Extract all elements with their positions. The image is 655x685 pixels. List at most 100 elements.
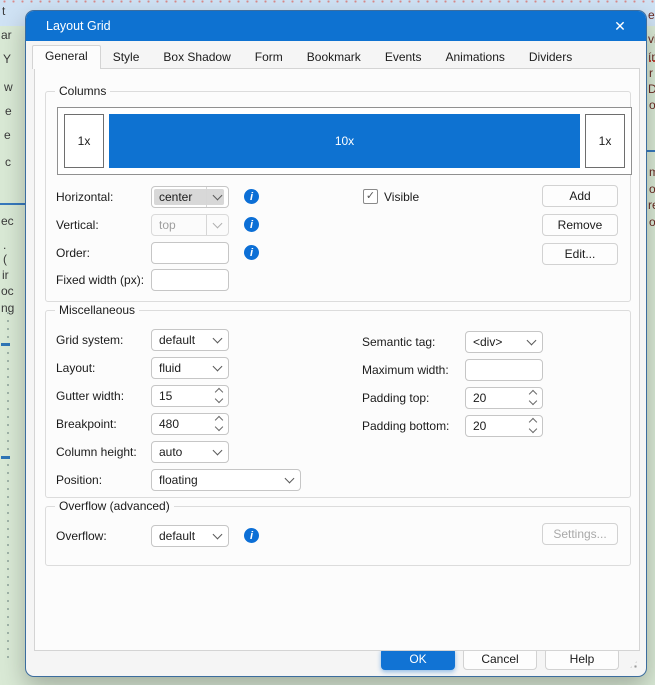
overflow-select[interactable]: default: [151, 525, 229, 547]
columns-preview: 1x 10x 1x: [57, 107, 632, 175]
fixed-width-label: Fixed width (px):: [56, 273, 145, 287]
chevron-down-icon: [206, 215, 228, 235]
horizontal-info-icon[interactable]: i: [244, 189, 259, 204]
background-text-fragment: re: [648, 198, 655, 212]
chevron-down-icon[interactable]: [207, 526, 228, 546]
column-cell-left[interactable]: 1x: [64, 114, 104, 168]
column-cell-right[interactable]: 1x: [585, 114, 625, 168]
tab-dividers[interactable]: Dividers: [517, 47, 584, 68]
semantic-tag-select-value: <div>: [473, 335, 503, 349]
breakpoint-stepper[interactable]: 480: [151, 413, 229, 435]
background-text-fragment: oc: [1, 284, 14, 298]
background-ruler-dots: [0, 0, 655, 3]
dialog-titlebar[interactable]: Layout Grid ✕: [26, 11, 646, 41]
tab-box-shadow[interactable]: Box Shadow: [151, 47, 242, 68]
tab-animations[interactable]: Animations: [434, 47, 517, 68]
background-text-fragment: vi: [648, 32, 655, 46]
layout-select-value: fluid: [159, 361, 182, 375]
gutter-width-value: 15: [159, 389, 173, 403]
overflow-info-icon[interactable]: i: [244, 528, 259, 543]
background-text-fragment: o: [649, 98, 655, 112]
background-text-fragment: ir: [2, 268, 9, 282]
vertical-select-value: top: [159, 218, 176, 232]
position-select[interactable]: floating: [151, 469, 301, 491]
padding-top-value: 20: [473, 391, 487, 405]
close-icon[interactable]: ✕: [600, 11, 640, 41]
layout-select[interactable]: fluid: [151, 357, 229, 379]
order-input[interactable]: [151, 242, 229, 264]
position-select-value: floating: [159, 473, 198, 487]
column-height-label: Column height:: [56, 445, 137, 459]
horizontal-label: Horizontal:: [56, 190, 114, 204]
padding-top-stepper[interactable]: 20: [465, 387, 543, 409]
cancel-button[interactable]: Cancel: [463, 648, 537, 670]
add-button[interactable]: Add: [542, 185, 618, 207]
tab-events[interactable]: Events: [373, 47, 434, 68]
background-text-fragment: Y: [3, 52, 12, 66]
vertical-info-icon[interactable]: i: [244, 217, 259, 232]
fixed-width-input[interactable]: [151, 269, 229, 291]
chevron-down-icon[interactable]: [206, 187, 228, 207]
background-text-fragment: m: [649, 165, 655, 179]
semantic-tag-select[interactable]: <div>: [465, 331, 543, 353]
background-text-fragment: r: [649, 66, 653, 80]
layout-grid-dialog: Layout Grid ✕ General Style Box Shadow F…: [25, 10, 647, 677]
overflow-group-title: Overflow (advanced): [55, 499, 174, 513]
vertical-label: Vertical:: [56, 218, 99, 232]
background-text-fragment: e: [5, 104, 12, 118]
position-label: Position:: [56, 473, 103, 487]
column-height-select-value: auto: [159, 445, 183, 459]
edit-button[interactable]: Edit...: [542, 243, 618, 265]
order-info-icon[interactable]: i: [244, 245, 259, 260]
columns-group-title: Columns: [55, 84, 111, 98]
order-label: Order:: [56, 246, 91, 260]
stepper-arrows-icon[interactable]: [528, 389, 538, 406]
horizontal-select[interactable]: center: [151, 186, 229, 208]
settings-button: Settings...: [542, 523, 618, 545]
padding-bottom-stepper[interactable]: 20: [465, 415, 543, 437]
maximum-width-input[interactable]: [465, 359, 543, 381]
maximum-width-label: Maximum width:: [362, 363, 449, 377]
grid-system-select[interactable]: default: [151, 329, 229, 351]
overflow-group: Overflow (advanced) Overflow: default i …: [45, 499, 631, 566]
grid-system-select-value: default: [159, 333, 196, 347]
background-text-fragment: e: [4, 128, 11, 142]
tab-form[interactable]: Form: [243, 47, 295, 68]
chevron-down-icon[interactable]: [521, 332, 542, 352]
remove-button[interactable]: Remove: [542, 214, 618, 236]
background-text-fragment: D: [648, 82, 655, 96]
stepper-arrows-icon[interactable]: [214, 415, 224, 432]
background-spellcheck-underline: [648, 60, 655, 62]
column-cell-center[interactable]: 10x: [109, 114, 580, 168]
background-divider-line: [0, 203, 25, 205]
general-tab-page: Columns 1x 10x 1x Horizontal: center i V…: [34, 68, 640, 651]
resize-grip[interactable]: [628, 659, 639, 670]
chevron-down-icon[interactable]: [207, 358, 228, 378]
background-text-fragment: o: [649, 215, 655, 229]
checkbox-check-icon: ✓: [363, 189, 378, 204]
padding-bottom-label: Padding bottom:: [362, 419, 450, 433]
semantic-tag-label: Semantic tag:: [362, 335, 436, 349]
tab-bookmark[interactable]: Bookmark: [295, 47, 373, 68]
breakpoint-value: 480: [159, 417, 180, 431]
tab-general[interactable]: General: [32, 45, 101, 69]
ok-button[interactable]: OK: [381, 648, 455, 670]
background-text-fragment: o: [649, 182, 655, 196]
tab-style[interactable]: Style: [101, 47, 152, 68]
column-height-select[interactable]: auto: [151, 441, 229, 463]
vertical-select: top: [151, 214, 229, 236]
horizontal-select-value: center: [159, 190, 193, 204]
gutter-width-stepper[interactable]: 15: [151, 385, 229, 407]
background-ruler-tick: [1, 343, 10, 346]
stepper-arrows-icon[interactable]: [214, 387, 224, 404]
chevron-down-icon[interactable]: [279, 470, 300, 490]
stepper-arrows-icon[interactable]: [528, 417, 538, 434]
visible-checkbox[interactable]: ✓ Visible: [363, 189, 419, 204]
help-button[interactable]: Help: [545, 648, 619, 670]
overflow-label: Overflow:: [56, 529, 107, 543]
tab-strip: General Style Box Shadow Form Bookmark E…: [32, 45, 584, 69]
chevron-down-icon[interactable]: [207, 442, 228, 462]
visible-checkbox-label: Visible: [384, 189, 420, 204]
background-text-fragment: ec: [1, 214, 14, 228]
chevron-down-icon[interactable]: [207, 330, 228, 350]
